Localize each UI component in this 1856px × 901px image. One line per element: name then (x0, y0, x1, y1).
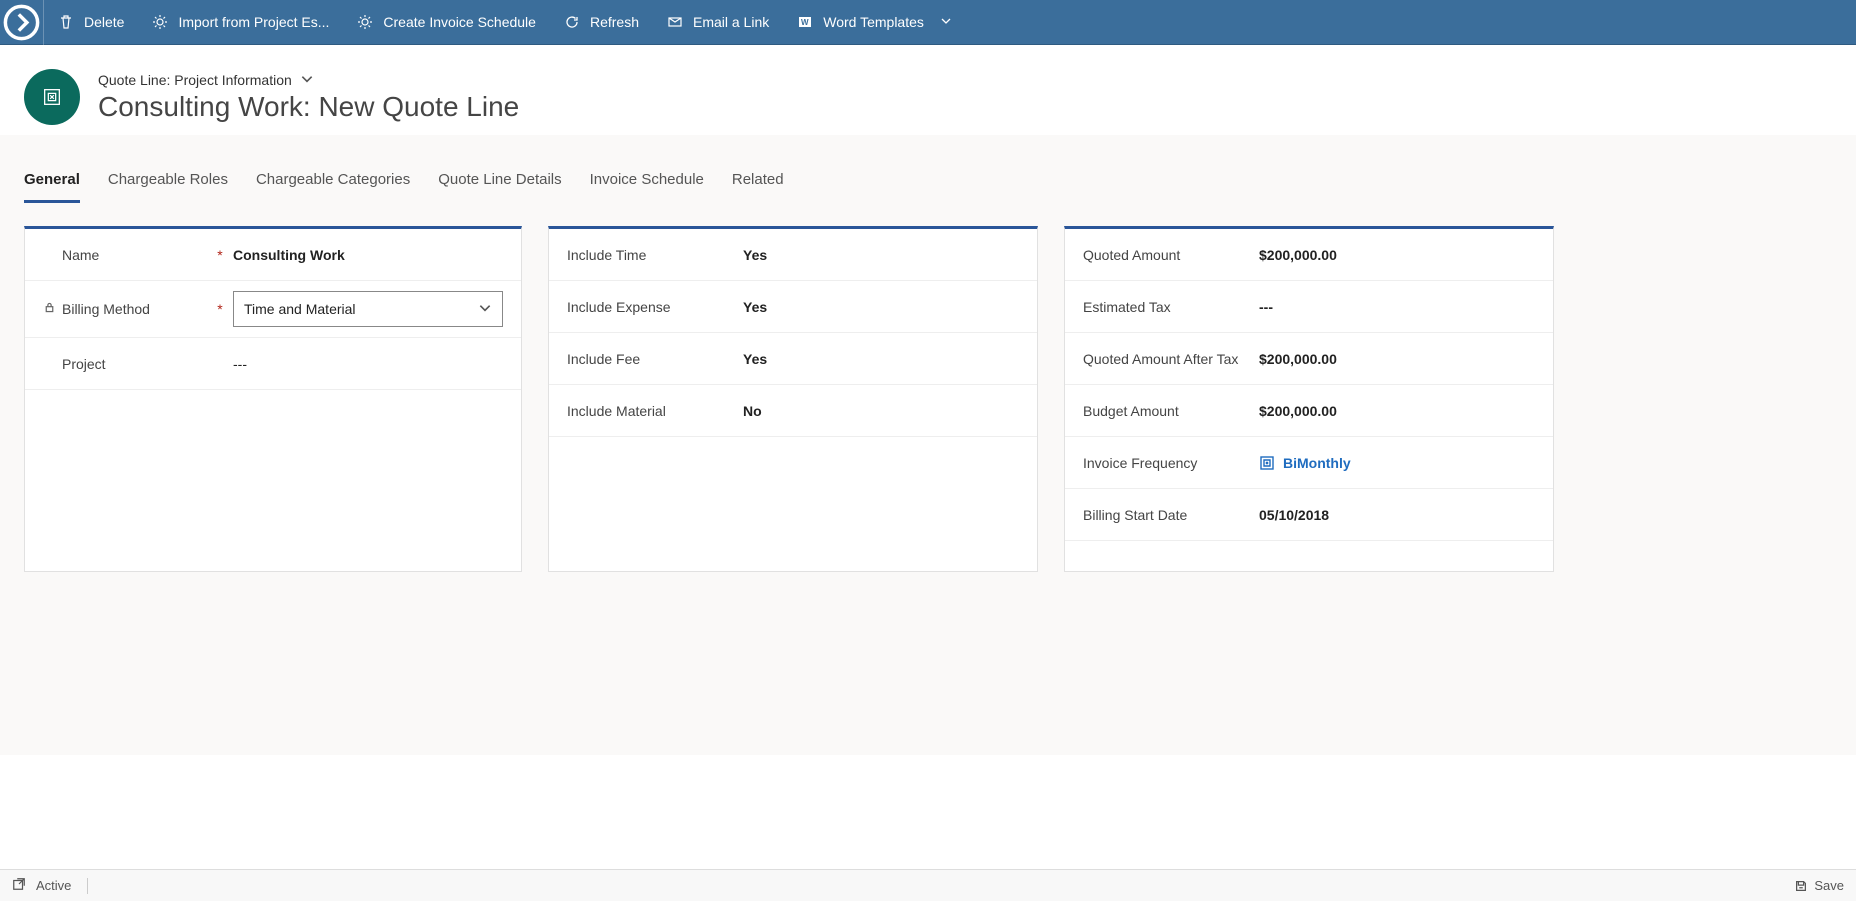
status-label: Active (36, 878, 71, 893)
project-label: Project (62, 356, 106, 372)
row-project: Project --- (25, 338, 521, 390)
project-field[interactable]: --- (227, 356, 503, 372)
form-selector-label: Quote Line: Project Information (98, 72, 292, 88)
quoted-after-tax-field[interactable]: $200,000.00 (1253, 351, 1535, 367)
word-icon: W (797, 14, 813, 30)
refresh-button[interactable]: Refresh (550, 0, 653, 45)
email-link-label: Email a Link (693, 14, 769, 30)
include-material-field[interactable]: No (737, 403, 1019, 419)
include-fee-field[interactable]: Yes (737, 351, 1019, 367)
quoted-amount-label: Quoted Amount (1083, 247, 1180, 263)
refresh-label: Refresh (590, 14, 639, 30)
save-button[interactable]: Save (1794, 878, 1844, 893)
billing-start-date-label: Billing Start Date (1083, 507, 1187, 523)
word-templates-button[interactable]: W Word Templates (783, 0, 966, 45)
tab-strip: General Chargeable Roles Chargeable Cate… (0, 135, 1856, 204)
tab-chargeable-categories[interactable]: Chargeable Categories (256, 171, 410, 203)
import-label: Import from Project Es... (178, 14, 329, 30)
panel-includes: Include Time Yes Include Expense Yes Inc… (548, 226, 1038, 572)
email-icon (667, 14, 683, 30)
import-project-button[interactable]: Import from Project Es... (138, 0, 343, 45)
gear-icon (357, 14, 373, 30)
include-fee-label: Include Fee (567, 351, 640, 367)
create-invoice-schedule-button[interactable]: Create Invoice Schedule (343, 0, 550, 45)
row-invoice-frequency: Invoice Frequency BiMonthly (1065, 437, 1553, 489)
quoted-amount-field[interactable]: $200,000.00 (1253, 247, 1535, 263)
status-bar: Active Save (0, 869, 1856, 901)
form-panels: Name * Consulting Work Billing Method * … (0, 204, 1856, 572)
chevron-down-icon (478, 301, 492, 318)
panel-amounts: Quoted Amount $200,000.00 Estimated Tax … (1064, 226, 1554, 572)
record-header: Quote Line: Project Information Consulti… (0, 45, 1856, 135)
lock-icon (43, 301, 56, 317)
row-include-time: Include Time Yes (549, 229, 1037, 281)
row-estimated-tax: Estimated Tax --- (1065, 281, 1553, 333)
delete-button[interactable]: Delete (44, 0, 138, 45)
tab-chargeable-roles[interactable]: Chargeable Roles (108, 171, 228, 203)
command-bar: Delete Import from Project Es... Create … (0, 0, 1856, 45)
row-include-material: Include Material No (549, 385, 1037, 437)
estimated-tax-label: Estimated Tax (1083, 299, 1171, 315)
row-quoted-after-tax: Quoted Amount After Tax $200,000.00 (1065, 333, 1553, 385)
billing-method-label: Billing Method (62, 301, 150, 317)
quoted-after-tax-label: Quoted Amount After Tax (1083, 351, 1238, 367)
entity-icon (24, 69, 80, 125)
invoice-frequency-label: Invoice Frequency (1083, 455, 1197, 471)
chevron-down-icon (940, 14, 952, 30)
budget-amount-label: Budget Amount (1083, 403, 1179, 419)
row-budget-amount: Budget Amount $200,000.00 (1065, 385, 1553, 437)
include-expense-label: Include Expense (567, 299, 671, 315)
estimated-tax-field[interactable]: --- (1253, 299, 1535, 315)
trash-icon (58, 14, 74, 30)
row-include-expense: Include Expense Yes (549, 281, 1037, 333)
name-label: Name (62, 247, 99, 263)
tab-general[interactable]: General (24, 171, 80, 203)
panel-basic: Name * Consulting Work Billing Method * … (24, 226, 522, 572)
include-material-label: Include Material (567, 403, 666, 419)
row-billing-start-date: Billing Start Date 05/10/2018 (1065, 489, 1553, 541)
include-time-label: Include Time (567, 247, 646, 263)
invoice-frequency-value: BiMonthly (1283, 455, 1351, 471)
name-field[interactable]: Consulting Work (227, 247, 503, 263)
billing-method-value: Time and Material (244, 301, 356, 317)
tab-invoice-schedule[interactable]: Invoice Schedule (590, 171, 704, 203)
create-invoice-schedule-label: Create Invoice Schedule (383, 14, 536, 30)
include-time-field[interactable]: Yes (737, 247, 1019, 263)
invoice-frequency-lookup[interactable]: BiMonthly (1259, 455, 1535, 471)
svg-text:W: W (801, 18, 809, 27)
billing-method-select[interactable]: Time and Material (233, 291, 503, 327)
row-name: Name * Consulting Work (25, 229, 521, 281)
page-title: Consulting Work: New Quote Line (98, 91, 519, 123)
row-billing-method: Billing Method * Time and Material (25, 281, 521, 338)
row-include-fee: Include Fee Yes (549, 333, 1037, 385)
chevron-down-icon (300, 72, 314, 89)
expand-command-icon[interactable] (0, 0, 44, 45)
delete-label: Delete (84, 14, 124, 30)
popout-icon[interactable] (12, 877, 26, 894)
budget-amount-field[interactable]: $200,000.00 (1253, 403, 1535, 419)
tab-quote-line-details[interactable]: Quote Line Details (438, 171, 561, 203)
tab-related[interactable]: Related (732, 171, 784, 203)
divider (87, 878, 88, 894)
row-quoted-amount: Quoted Amount $200,000.00 (1065, 229, 1553, 281)
email-link-button[interactable]: Email a Link (653, 0, 783, 45)
gear-icon (152, 14, 168, 30)
include-expense-field[interactable]: Yes (737, 299, 1019, 315)
form-selector[interactable]: Quote Line: Project Information (98, 72, 519, 89)
refresh-icon (564, 14, 580, 30)
billing-start-date-field[interactable]: 05/10/2018 (1253, 507, 1535, 523)
word-templates-label: Word Templates (823, 14, 924, 30)
save-label: Save (1814, 878, 1844, 893)
